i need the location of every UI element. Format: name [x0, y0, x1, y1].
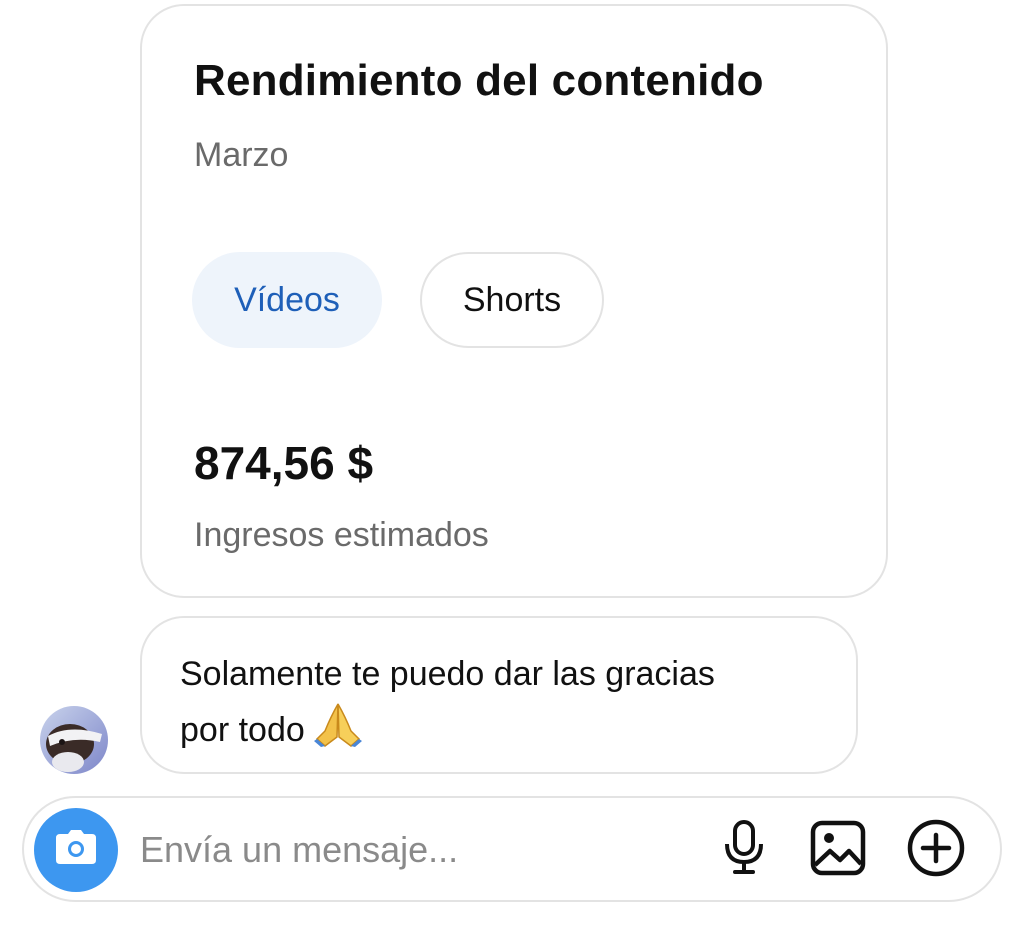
- image-icon: [810, 820, 866, 881]
- estimated-revenue-label: Ingresos estimados: [194, 516, 489, 554]
- tab-shorts[interactable]: Shorts: [420, 252, 604, 348]
- message-bubble[interactable]: Solamente te puedo dar las gracias por t…: [140, 616, 858, 774]
- camera-icon: [54, 829, 98, 871]
- plus-circle-icon: [906, 818, 966, 883]
- tab-videos[interactable]: Vídeos: [192, 252, 382, 348]
- card-title: Rendimiento del contenido: [194, 56, 764, 105]
- avatar[interactable]: [40, 706, 108, 774]
- more-options-button[interactable]: [906, 818, 966, 883]
- microphone-button[interactable]: [714, 819, 774, 881]
- estimated-revenue-value: 874,56 $: [194, 437, 374, 489]
- gallery-button[interactable]: [808, 820, 868, 880]
- camera-button[interactable]: [34, 808, 118, 892]
- message-composer: [22, 796, 1002, 902]
- card-period: Marzo: [194, 136, 289, 174]
- message-input[interactable]: [140, 826, 700, 874]
- content-performance-card[interactable]: Rendimiento del contenido Marzo Vídeos S…: [140, 4, 888, 598]
- microphone-icon: [724, 819, 764, 881]
- message-text: Solamente te puedo dar las gracias por t…: [180, 655, 715, 749]
- folded-hands-icon: [313, 701, 363, 763]
